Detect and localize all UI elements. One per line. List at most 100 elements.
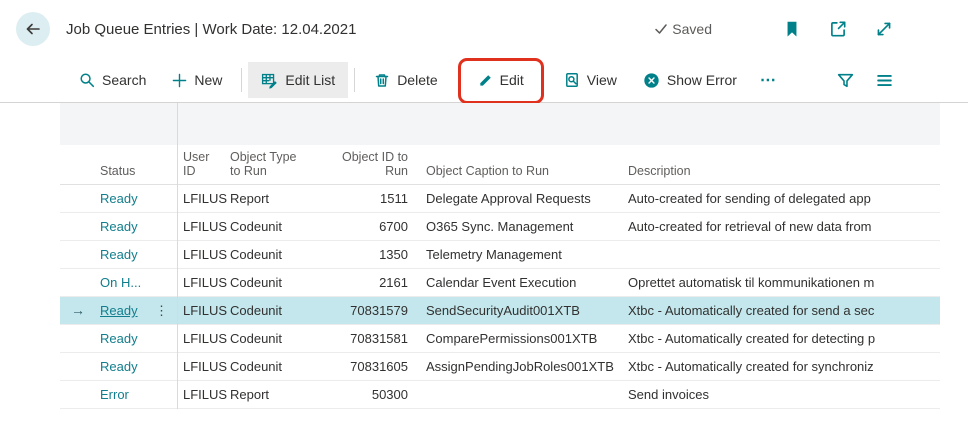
- row-options-icon[interactable]: [168, 381, 177, 408]
- status-link[interactable]: Ready: [100, 185, 138, 212]
- view-button[interactable]: View: [551, 62, 630, 98]
- object-id-cell[interactable]: 2161: [332, 269, 414, 296]
- object-id-cell[interactable]: 1350: [332, 241, 414, 268]
- table-row[interactable]: → Ready ⋮ LFILUS Codeunit 70831579 SendS…: [60, 297, 940, 325]
- action-toolbar: Search New Edit List Delete Edit View Sh…: [0, 58, 968, 104]
- save-status: Saved: [654, 21, 712, 37]
- object-id-cell[interactable]: 1511: [332, 185, 414, 212]
- object-caption-cell[interactable]: [414, 381, 618, 408]
- table-row[interactable]: Ready LFILUS Codeunit 70831581 ComparePe…: [60, 325, 940, 353]
- delete-icon: [375, 74, 389, 87]
- row-options-icon[interactable]: [168, 241, 177, 268]
- row-options-icon[interactable]: ⋮: [155, 297, 177, 324]
- row-options-icon[interactable]: [168, 325, 177, 352]
- user-id-cell[interactable]: LFILUS: [177, 185, 227, 212]
- show-error-button[interactable]: Show Error: [630, 62, 750, 98]
- row-options-icon[interactable]: [168, 185, 177, 212]
- job-queue-grid: Status User ID Object Type to Run Object…: [60, 103, 940, 409]
- object-type-cell[interactable]: Codeunit: [227, 269, 332, 296]
- filter-icon[interactable]: [836, 71, 855, 90]
- status-link[interactable]: Ready: [100, 353, 138, 380]
- more-options-button[interactable]: ⋯: [750, 70, 788, 90]
- object-caption-cell[interactable]: Telemetry Management: [414, 241, 618, 268]
- selected-row-arrow: →: [71, 302, 85, 318]
- user-id-cell[interactable]: LFILUS: [177, 241, 227, 268]
- table-row[interactable]: Ready LFILUS Report 1511 Delegate Approv…: [60, 185, 940, 213]
- description-cell[interactable]: Xtbc - Automatically created for detecti…: [618, 325, 940, 352]
- object-caption-cell[interactable]: SendSecurityAudit001XTB: [414, 297, 618, 324]
- user-id-cell[interactable]: LFILUS: [177, 269, 227, 296]
- object-type-cell[interactable]: Codeunit: [227, 353, 332, 380]
- object-type-cell[interactable]: Codeunit: [227, 297, 332, 324]
- list-view-icon[interactable]: [875, 71, 894, 90]
- object-type-cell[interactable]: Codeunit: [227, 213, 332, 240]
- selected-row-arrow: [60, 381, 96, 408]
- user-id-cell[interactable]: LFILUS: [177, 381, 227, 408]
- user-id-cell[interactable]: LFILUS: [177, 297, 227, 324]
- object-type-cell[interactable]: Codeunit: [227, 241, 332, 268]
- object-caption-cell[interactable]: Delegate Approval Requests: [414, 185, 618, 212]
- object-caption-cell[interactable]: Calendar Event Execution: [414, 269, 618, 296]
- user-id-cell[interactable]: LFILUS: [177, 325, 227, 352]
- status-link[interactable]: Ready: [100, 213, 138, 240]
- description-cell[interactable]: Auto-created for sending of delegated ap…: [618, 185, 940, 212]
- table-row[interactable]: Error LFILUS Report 50300 Send invoices: [60, 381, 940, 409]
- user-id-cell[interactable]: LFILUS: [177, 213, 227, 240]
- description-cell[interactable]: Xtbc - Automatically created for synchro…: [618, 353, 940, 380]
- object-id-cell[interactable]: 50300: [332, 381, 414, 408]
- edit-button[interactable]: Edit: [457, 58, 544, 104]
- status-cell: Ready: [96, 185, 177, 212]
- object-caption-cell[interactable]: O365 Sync. Management: [414, 213, 618, 240]
- object-caption-cell[interactable]: ComparePermissions001XTB: [414, 325, 618, 352]
- column-header-object-caption[interactable]: Object Caption to Run: [414, 145, 618, 184]
- column-header-user-id[interactable]: User ID: [177, 145, 227, 184]
- object-caption-cell[interactable]: AssignPendingJobRoles001XTB: [414, 353, 618, 380]
- description-cell[interactable]: Xtbc - Automatically created for send a …: [618, 297, 940, 324]
- row-options-icon[interactable]: [168, 353, 177, 380]
- status-link[interactable]: Error: [100, 381, 129, 408]
- view-label: View: [586, 72, 617, 88]
- bookmark-icon[interactable]: [782, 19, 802, 39]
- object-id-cell[interactable]: 6700: [332, 213, 414, 240]
- search-icon: [80, 73, 95, 88]
- status-link[interactable]: Ready: [100, 325, 138, 352]
- back-button[interactable]: [16, 12, 50, 46]
- object-id-cell[interactable]: 70831579: [332, 297, 414, 324]
- row-options-icon[interactable]: [168, 213, 177, 240]
- status-cell: Ready: [96, 213, 177, 240]
- plus-icon: [173, 73, 187, 87]
- table-row[interactable]: Ready LFILUS Codeunit 1350 Telemetry Man…: [60, 241, 940, 269]
- freeze-pane-divider: [177, 103, 178, 409]
- expand-icon[interactable]: [874, 19, 894, 39]
- table-row[interactable]: Ready LFILUS Codeunit 70831605 AssignPen…: [60, 353, 940, 381]
- object-type-cell[interactable]: Codeunit: [227, 325, 332, 352]
- column-header-status[interactable]: Status: [96, 145, 177, 184]
- selected-row-arrow: [60, 241, 96, 268]
- edit-list-icon: [262, 73, 278, 89]
- column-header-description[interactable]: Description: [618, 145, 940, 184]
- object-type-cell[interactable]: Report: [227, 381, 332, 408]
- object-id-cell[interactable]: 70831605: [332, 353, 414, 380]
- table-row[interactable]: On H... LFILUS Codeunit 2161 Calendar Ev…: [60, 269, 940, 297]
- row-options-icon[interactable]: [168, 269, 177, 296]
- status-cell: Ready: [96, 241, 177, 268]
- object-type-cell[interactable]: Report: [227, 185, 332, 212]
- description-cell[interactable]: [618, 241, 940, 268]
- column-header-select: [60, 145, 96, 184]
- user-id-cell[interactable]: LFILUS: [177, 353, 227, 380]
- search-button[interactable]: Search: [66, 62, 159, 98]
- status-link[interactable]: On H...: [100, 269, 141, 296]
- description-cell[interactable]: Auto-created for retrieval of new data f…: [618, 213, 940, 240]
- column-header-object-type[interactable]: Object Type to Run: [227, 145, 332, 184]
- status-link[interactable]: Ready: [100, 297, 138, 324]
- edit-list-button[interactable]: Edit List: [248, 62, 349, 98]
- status-link[interactable]: Ready: [100, 241, 138, 268]
- description-cell[interactable]: Oprettet automatisk til kommunikationen …: [618, 269, 940, 296]
- table-row[interactable]: Ready LFILUS Codeunit 6700 O365 Sync. Ma…: [60, 213, 940, 241]
- open-in-new-window-icon[interactable]: [828, 19, 848, 39]
- column-header-object-id[interactable]: Object ID to Run: [332, 145, 414, 184]
- new-button[interactable]: New: [159, 62, 235, 98]
- object-id-cell[interactable]: 70831581: [332, 325, 414, 352]
- description-cell[interactable]: Send invoices: [618, 381, 940, 408]
- delete-button[interactable]: Delete: [361, 62, 450, 98]
